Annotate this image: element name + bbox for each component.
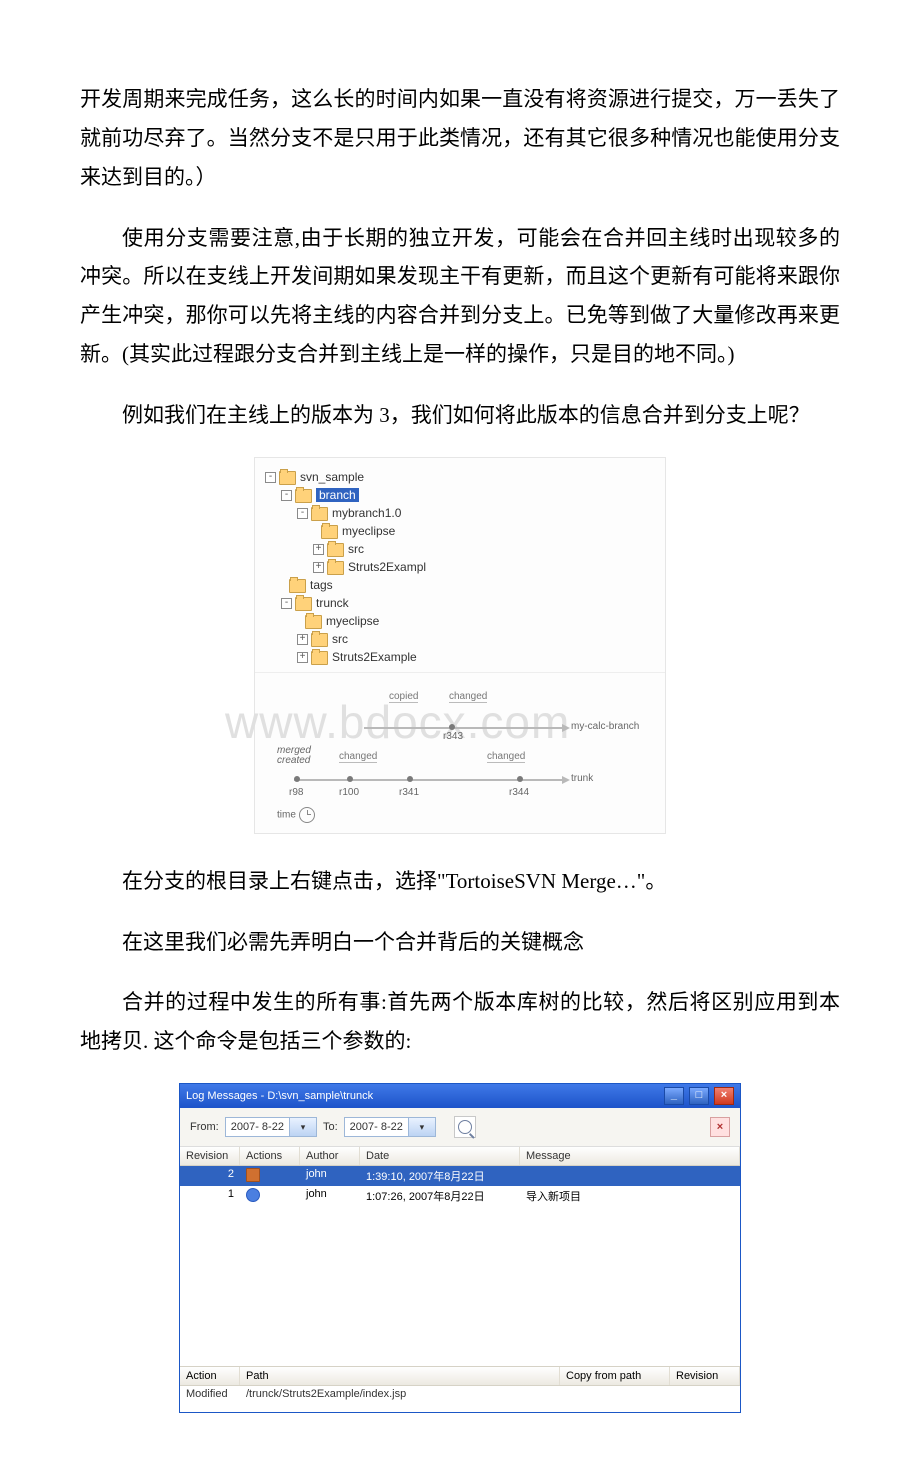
from-label: From:: [190, 1121, 219, 1133]
label-r100: r100: [339, 787, 359, 798]
to-date-input[interactable]: 2007- 8-22▾: [344, 1117, 436, 1137]
col-date[interactable]: Date: [360, 1147, 520, 1165]
toolbar: From: 2007- 8-22▾ To: 2007- 8-22▾ ×: [180, 1108, 740, 1147]
paragraph-2: 使用分支需要注意,由于长期的独立开发，可能会在合并回主线时出现较多的冲突。所以在…: [80, 219, 840, 374]
tree-struts-2: +Struts2Example: [265, 648, 655, 666]
close-button[interactable]: ×: [714, 1087, 734, 1105]
label-r343: r343: [443, 731, 463, 742]
tree-src: +src: [265, 540, 655, 558]
tree-myeclipse: myeclipse: [265, 522, 655, 540]
dot-r98: [294, 776, 300, 782]
tree-branch: -branch: [265, 486, 655, 504]
label-r341: r341: [399, 787, 419, 798]
log-row-selected[interactable]: 2 john 1:39:10, 2007年8月22日: [180, 1166, 740, 1186]
file-row[interactable]: Modified /trunck/Struts2Example/index.js…: [180, 1386, 740, 1412]
file-grid-header: Action Path Copy from path Revision: [180, 1366, 740, 1386]
clear-button[interactable]: ×: [710, 1117, 730, 1137]
from-date-input[interactable]: 2007- 8-22▾: [225, 1117, 317, 1137]
maximize-button[interactable]: □: [689, 1087, 709, 1105]
dot-r100: [347, 776, 353, 782]
dot-r344: [517, 776, 523, 782]
clock-icon: [299, 807, 315, 823]
branch-arrow: [364, 727, 564, 729]
col-message[interactable]: Message: [520, 1147, 740, 1165]
search-button[interactable]: [454, 1116, 476, 1138]
log-window: Log Messages - D:\svn_sample\trunck _ □ …: [179, 1083, 741, 1413]
branch-label: my-calc-branch: [571, 721, 639, 732]
label-changed-3: changed: [487, 751, 525, 763]
paragraph-4: 在分支的根目录上右键点击，选择"TortoiseSVN Merge…"。: [80, 862, 840, 901]
path-cell: /trunck/Struts2Example/index.jsp: [240, 1386, 560, 1402]
tree-root: -svn_sample: [265, 468, 655, 486]
col-copy-from[interactable]: Copy from path: [560, 1367, 670, 1385]
tree-trunck: -trunck: [265, 594, 655, 612]
action-icon: [246, 1168, 260, 1182]
label-copied: copied: [389, 691, 418, 703]
paragraph-6: 合并的过程中发生的所有事:首先两个版本库树的比较，然后将区别应用到本地拷贝. 这…: [80, 983, 840, 1061]
chevron-down-icon[interactable]: ▾: [289, 1118, 316, 1136]
col-action[interactable]: Action: [180, 1367, 240, 1385]
svn-tree-figure: -svn_sample -branch -mybranch1.0 myeclip…: [80, 457, 840, 834]
col-revision[interactable]: Revision: [180, 1147, 240, 1165]
action-icon: [246, 1188, 260, 1202]
tree-mybranch: -mybranch1.0: [265, 504, 655, 522]
label-changed-1: changed: [449, 691, 487, 703]
tree-tags: tags: [265, 576, 655, 594]
col-actions[interactable]: Actions: [240, 1147, 300, 1165]
minimize-button[interactable]: _: [664, 1087, 684, 1105]
paragraph-3: 例如我们在主线上的版本为 3，我们如何将此版本的信息合并到分支上呢？: [80, 396, 840, 435]
dot-r343: [449, 724, 455, 730]
search-icon: [458, 1120, 472, 1134]
col-author[interactable]: Author: [300, 1147, 360, 1165]
to-label: To:: [323, 1121, 338, 1133]
time-label: time: [277, 807, 315, 823]
tree-struts: +Struts2Exampl: [265, 558, 655, 576]
trunk-arrow: [294, 779, 564, 781]
window-title: Log Messages - D:\svn_sample\trunck: [186, 1090, 373, 1102]
log-window-figure: Log Messages - D:\svn_sample\trunck _ □ …: [80, 1083, 840, 1413]
log-row[interactable]: 1 john 1:07:26, 2007年8月22日 导入新项目: [180, 1186, 740, 1206]
label-r344: r344: [509, 787, 529, 798]
paragraph-1: 开发周期来完成任务，这么长的时间内如果一直没有将资源进行提交，万一丢失了就前功尽…: [80, 80, 840, 197]
log-grid-header: Revision Actions Author Date Message: [180, 1147, 740, 1166]
chevron-down-icon[interactable]: ▾: [408, 1118, 435, 1136]
label-created: created: [277, 755, 310, 766]
log-grid-body: 2 john 1:39:10, 2007年8月22日 1 john 1:07:2…: [180, 1166, 740, 1366]
tree-myeclipse-2: myeclipse: [265, 612, 655, 630]
dot-r341: [407, 776, 413, 782]
tree-src-2: +src: [265, 630, 655, 648]
action-cell: Modified: [180, 1386, 240, 1402]
paragraph-5: 在这里我们必需先弄明白一个合并背后的关键概念: [80, 923, 840, 962]
window-titlebar: Log Messages - D:\svn_sample\trunck _ □ …: [180, 1084, 740, 1108]
trunk-label: trunk: [571, 773, 593, 784]
label-changed-2: changed: [339, 751, 377, 763]
label-r98: r98: [289, 787, 303, 798]
col-path[interactable]: Path: [240, 1367, 560, 1385]
col-revision-2[interactable]: Revision: [670, 1367, 740, 1385]
